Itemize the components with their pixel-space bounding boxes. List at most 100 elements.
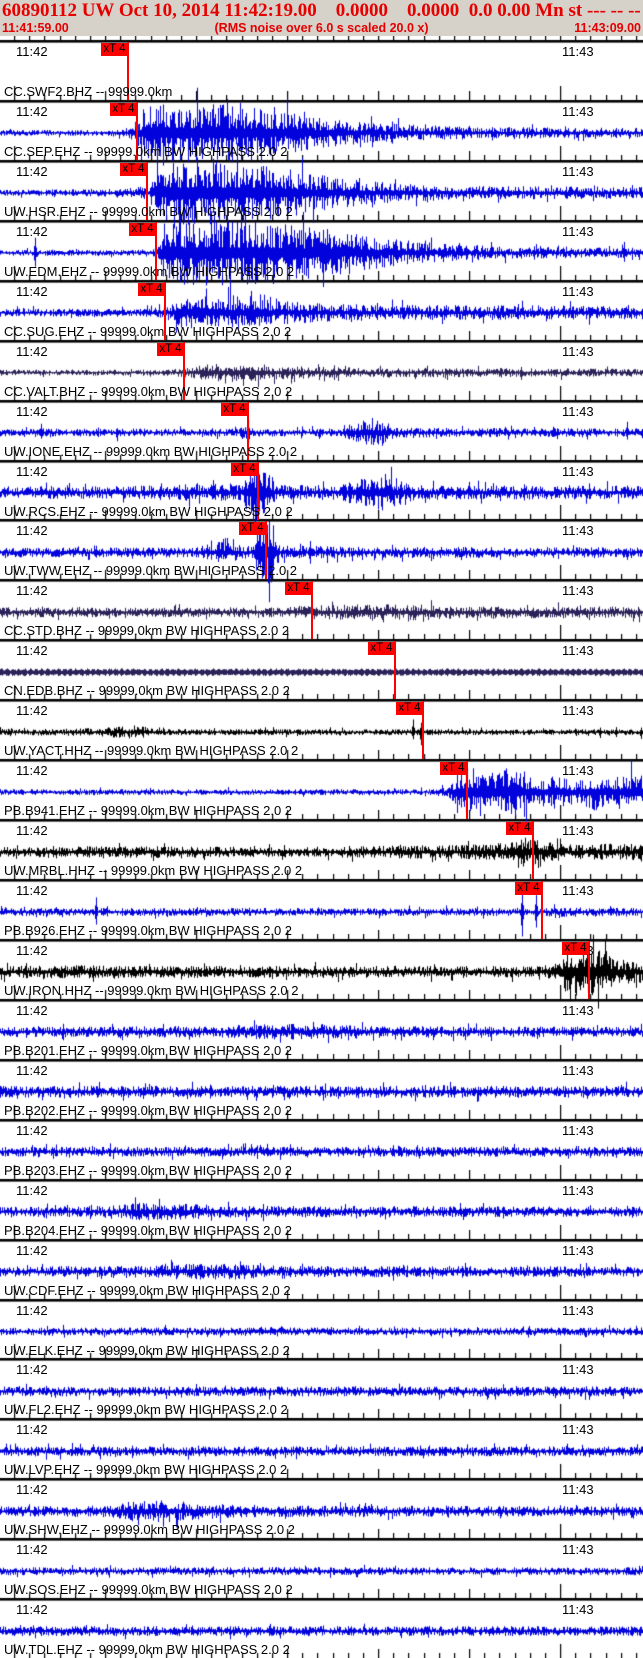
trace-panel[interactable]: 11:42 11:43 CC.SWF2.BHZ -- 99999.0km xT 4 <box>0 40 643 100</box>
trace-panel[interactable]: 11:42 11:43 UW.RCS.EHZ -- 99999.0km BW HIG… <box>0 460 643 520</box>
time-label-right: 11:43 <box>562 1122 594 1138</box>
station-label: UW.CDF.EHZ -- 99999.0km BW HIGHPASS 2.0 … <box>4 1282 291 1298</box>
trace-panel[interactable]: 11:42 11:43 UW.SOS.EHZ -- 99999.0km BW HIG… <box>0 1538 643 1598</box>
time-label-left: 11:42 <box>16 1422 48 1438</box>
trace-panel[interactable]: 11:42 11:43 CC.VALT.BHZ -- 99999.0km BW HI… <box>0 340 643 400</box>
station-label: PB.B926.EHZ -- 99999.0km BW HIGHPASS 2.0… <box>4 923 293 939</box>
station-label: CC.SWF2.BHZ -- 99999.0km <box>4 84 173 99</box>
trace-panel[interactable]: 11:42 11:43 PB.B204.EHZ -- 99999.0km BW HI… <box>0 1179 643 1239</box>
station-label: UW.SHW.EHZ -- 99999.0km BW HIGHPASS 2.0 … <box>4 1522 295 1538</box>
trace-panel[interactable]: 11:42 11:43 UW.CDF.EHZ -- 99999.0km BW HIG… <box>0 1239 643 1299</box>
pick-marker[interactable]: xT 4 <box>396 702 423 716</box>
pick-marker[interactable]: xT 4 <box>221 402 248 416</box>
pick-marker[interactable]: xT 4 <box>239 522 266 536</box>
station-label: CC.SUG.EHZ -- 99999.0km BW HIGHPASS 2.0 … <box>4 323 292 339</box>
station-label: CN.EDB.BHZ -- 99999.0km BW HIGHPASS 2.0 … <box>4 683 290 699</box>
time-label-right: 11:43 <box>562 883 594 899</box>
header-subrow: 11:41:59.00 (RMS noise over 6.0 s scaled… <box>0 21 643 36</box>
event-summary-line: 60890112 UW Oct 10, 2014 11:42:19.00 0.0… <box>2 0 643 21</box>
trace-panel[interactable]: 11:42 11:43 CN.EDB.BHZ -- 99999.0km BW HIG… <box>0 639 643 700</box>
station-label: UW.TWW.EHZ -- 99999.0km BW HIGHPASS 2.0 … <box>4 563 298 579</box>
station-label: UW.EDM.EHZ -- 99999.0km BW HIGHPASS 2.0 … <box>4 263 295 279</box>
trace-panel[interactable]: 11:42 11:43 UW.ELK.EHZ -- 99999.0km BW HIG… <box>0 1299 643 1359</box>
time-label-left: 11:42 <box>16 1002 48 1018</box>
station-label: CC.VALT.BHZ -- 99999.0km BW HIGHPASS 2.0… <box>4 383 293 399</box>
pick-marker[interactable]: xT 4 <box>120 162 147 176</box>
trace-panel[interactable]: 11:42 11:43 PB.B201.EHZ -- 99999.0km BW HI… <box>0 999 643 1059</box>
station-label: UW.ELK.EHZ -- 99999.0km BW HIGHPASS 2.0 … <box>4 1342 290 1358</box>
trace-panel[interactable]: 11:42 11:43 UW.FL2.EHZ -- 99999.0km BW HIG… <box>0 1358 643 1418</box>
trace-panel[interactable]: 11:42 11:43 UW.LVP.EHZ -- 99999.0km BW HIG… <box>0 1418 643 1478</box>
trace-panel[interactable]: 11:42 11:43 PB.B926.EHZ -- 99999.0km BW HI… <box>0 879 643 940</box>
time-label-left: 11:42 <box>16 763 48 779</box>
trace-panel[interactable]: 11:42 11:43 CC.SEP.EHZ -- 99999.0km BW HIG… <box>0 100 643 160</box>
pick-marker[interactable]: xT 4 <box>101 43 128 56</box>
station-label: PB.B941.EHZ -- 99999.0km BW HIGHPASS 2.0… <box>4 803 293 819</box>
time-label-left: 11:42 <box>16 942 48 958</box>
trace-panel[interactable]: 11:42 11:43 UW.TWW.EHZ -- 99999.0km BW HIG… <box>0 519 643 580</box>
time-label-left: 11:42 <box>16 1542 48 1558</box>
pick-marker[interactable]: xT 4 <box>129 222 156 236</box>
trace-panel[interactable]: 11:42 11:43 UW.TDL.EHZ -- 99999.0km BW HIG… <box>0 1598 643 1658</box>
pick-marker[interactable]: xT 4 <box>368 642 395 656</box>
trace-panel[interactable]: 11:42 11:43 CC.SUG.EHZ -- 99999.0km BW HIG… <box>0 280 643 340</box>
station-label: UW.FL2.EHZ -- 99999.0km BW HIGHPASS 2.0 … <box>4 1402 288 1418</box>
time-label-right: 11:43 <box>562 163 594 179</box>
station-label: CC.SEP.EHZ -- 99999.0km BW HIGHPASS 2.0 … <box>4 143 288 159</box>
trace-panel[interactable]: 11:42 11:43 PB.B941.EHZ -- 99999.0km BW HI… <box>0 759 643 820</box>
time-label-left: 11:42 <box>16 1122 48 1138</box>
trace-panel[interactable]: 11:42 11:43 CC.STD.BHZ -- 99999.0km BW HIG… <box>0 579 643 640</box>
trace-panel[interactable]: 11:42 11:43 UW.EDM.EHZ -- 99999.0km BW HIG… <box>0 220 643 280</box>
trace-panel[interactable]: 11:42 11:43 UW.HSR.EHZ -- 99999.0km BW HIG… <box>0 160 643 220</box>
time-label-right: 11:43 <box>562 1362 594 1378</box>
time-label-right: 11:43 <box>562 583 594 599</box>
pick-marker[interactable]: xT 4 <box>157 342 184 356</box>
time-label-right: 11:43 <box>562 223 594 239</box>
time-label-right: 11:43 <box>562 343 594 359</box>
pick-marker[interactable]: xT 4 <box>440 762 467 776</box>
time-label-left: 11:42 <box>16 44 48 59</box>
station-label: UW.MRBL.HHZ -- 99999.0km BW HIGHPASS 2.0… <box>4 863 303 879</box>
station-label: UW.RCS.EHZ -- 99999.0km BW HIGHPASS 2.0 … <box>4 503 293 519</box>
trace-panel[interactable]: 11:42 11:43 UW.YACT.HHZ -- 99999.0km BW HI… <box>0 699 643 760</box>
time-label-right: 11:43 <box>562 1242 594 1258</box>
time-label-right: 11:43 <box>562 1482 594 1498</box>
time-label-right: 11:43 <box>562 1542 594 1558</box>
station-label: UW.IRON.HHZ -- 99999.0km BW HIGHPASS 2.0… <box>4 982 299 998</box>
station-label: UW.TDL.EHZ -- 99999.0km BW HIGHPASS 2.0 … <box>4 1642 290 1658</box>
time-label-right: 11:43 <box>562 1602 594 1618</box>
time-label-right: 11:43 <box>562 44 594 59</box>
time-label-right: 11:43 <box>562 463 594 479</box>
trace-panel[interactable]: 11:42 11:43 UW.IONE.EHZ -- 99999.0km BW HI… <box>0 400 643 460</box>
trace-panel[interactable]: 11:42 11:43 PB.B203.EHZ -- 99999.0km BW HI… <box>0 1119 643 1179</box>
time-label-right: 11:43 <box>562 1062 594 1078</box>
time-label-left: 11:42 <box>16 823 48 839</box>
time-label-left: 11:42 <box>16 1482 48 1498</box>
time-label-right: 11:43 <box>562 703 594 719</box>
trace-panel[interactable]: 11:42 11:43 UW.SHW.EHZ -- 99999.0km BW HIG… <box>0 1478 643 1538</box>
pick-marker[interactable]: xT 4 <box>138 282 165 296</box>
pick-marker[interactable]: xT 4 <box>110 102 137 116</box>
time-label-right: 11:43 <box>562 283 594 299</box>
station-label: PB.B203.EHZ -- 99999.0km BW HIGHPASS 2.0… <box>4 1162 293 1178</box>
pick-marker[interactable]: xT 4 <box>515 882 542 896</box>
time-label-left: 11:42 <box>16 1182 48 1198</box>
scale-note: (RMS noise over 6.0 s scaled 20.0 x) <box>214 21 429 35</box>
station-label: PB.B201.EHZ -- 99999.0km BW HIGHPASS 2.0… <box>4 1042 293 1058</box>
station-label: UW.IONE.EHZ -- 99999.0km BW HIGHPASS 2.0… <box>4 443 298 459</box>
time-label-left: 11:42 <box>16 1362 48 1378</box>
window-end-time: 11:43:09.00 <box>574 21 641 35</box>
time-label-left: 11:42 <box>16 403 48 419</box>
pick-marker[interactable]: xT 4 <box>562 941 589 955</box>
time-label-left: 11:42 <box>16 1602 48 1618</box>
time-label-left: 11:42 <box>16 163 48 179</box>
time-label-left: 11:42 <box>16 583 48 599</box>
time-label-right: 11:43 <box>562 823 594 839</box>
seismic-picker-window: 60890112 UW Oct 10, 2014 11:42:19.00 0.0… <box>0 0 643 1658</box>
trace-panel[interactable]: 11:42 11:43 UW.MRBL.HHZ -- 99999.0km BW HI… <box>0 819 643 880</box>
trace-panel[interactable]: 11:4211:43UW.IRON.HHZ -- 99999.0km BW HI… <box>0 939 643 999</box>
pick-marker[interactable]: xT 4 <box>285 582 312 596</box>
pick-marker[interactable]: xT 4 <box>231 462 258 476</box>
pick-marker[interactable]: xT 4 <box>506 822 533 836</box>
trace-panel[interactable]: 11:42 11:43 PB.B202.EHZ -- 99999.0km BW HI… <box>0 1059 643 1119</box>
